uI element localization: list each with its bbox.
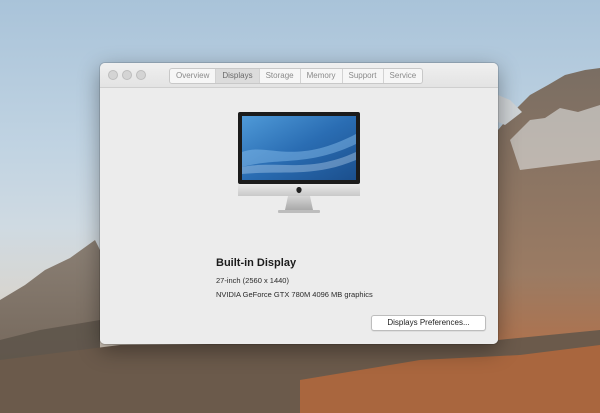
tab-bar: Overview Displays Storage Memory Support… [169, 68, 424, 84]
tab-displays[interactable]: Displays [216, 69, 260, 83]
title-bar[interactable]: Overview Displays Storage Memory Support… [100, 63, 498, 88]
display-size-text: 27-inch (2560 x 1440) [216, 276, 289, 285]
tab-support[interactable]: Support [343, 69, 384, 83]
imac-icon [238, 112, 360, 213]
minimize-button[interactable] [122, 70, 132, 80]
tab-service[interactable]: Service [384, 69, 423, 83]
zoom-button[interactable] [136, 70, 146, 80]
close-button[interactable] [108, 70, 118, 80]
display-title: Built-in Display [216, 257, 297, 269]
displays-pane: Built-in Display 27-inch (2560 x 1440) N… [100, 88, 498, 344]
displays-preferences-button[interactable]: Displays Preferences... [371, 315, 486, 331]
about-this-mac-window: Overview Displays Storage Memory Support… [100, 63, 498, 344]
graphics-info-text: NVIDIA GeForce GTX 780M 4096 MB graphics [216, 290, 373, 299]
tab-overview[interactable]: Overview [170, 69, 217, 83]
tab-memory[interactable]: Memory [301, 69, 343, 83]
tab-storage[interactable]: Storage [260, 69, 301, 83]
